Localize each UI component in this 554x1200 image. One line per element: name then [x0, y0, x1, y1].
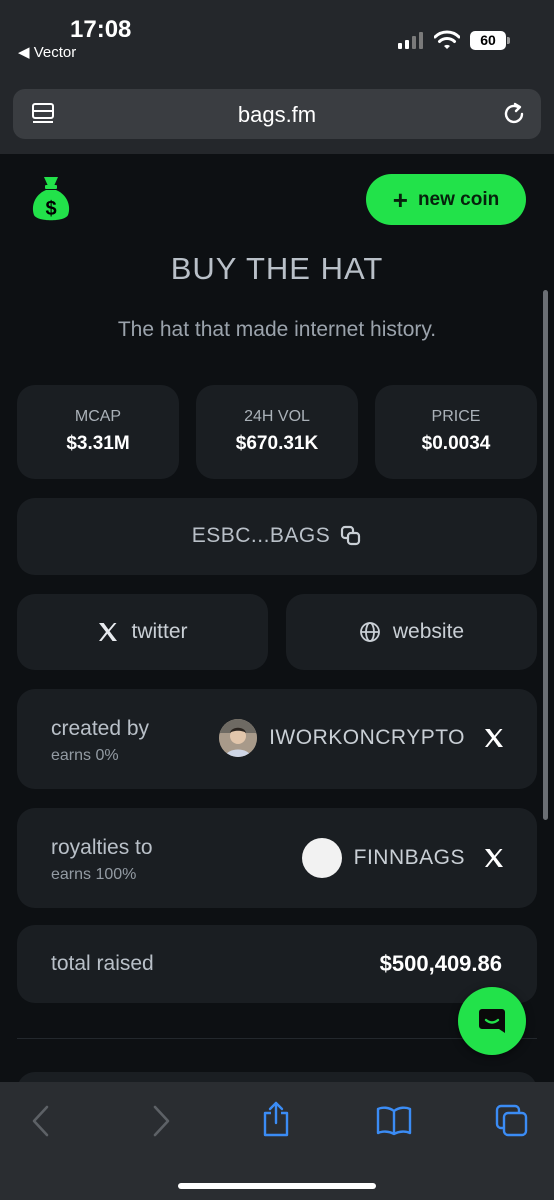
section-divider [17, 1038, 537, 1039]
status-bar: 17:08 ◀ Vector 60 [0, 0, 554, 70]
stat-value: $670.31K [235, 433, 319, 454]
page-title: BUY THE HAT [170, 251, 384, 286]
twitter-link-button[interactable]: twitter [17, 594, 268, 670]
copy-icon [341, 525, 361, 546]
stat-label: 24H VOL [244, 408, 310, 425]
stat-label: PRICE [431, 408, 481, 425]
creator-avatar-image [219, 719, 258, 757]
battery-tip [507, 37, 510, 44]
royalties-name[interactable]: FINNBAGS [354, 846, 465, 870]
stat-value: $0.0034 [421, 433, 491, 454]
page-scrollbar[interactable] [543, 290, 548, 820]
browser-address-area: bags.fm [0, 70, 554, 154]
x-logo-icon [99, 623, 118, 641]
stat-mcap: MCAP $3.31M [17, 385, 179, 479]
royalties-title: royalties to [51, 836, 153, 859]
creator-earns: earns 0% [51, 747, 119, 764]
status-time: 17:08 [70, 16, 132, 43]
stat-24h-vol: 24H VOL $670.31K [196, 385, 358, 479]
total-raised-value: $500,409.86 [379, 951, 502, 976]
creator-name[interactable]: IWORKONCRYPTO [269, 726, 465, 750]
coin-description: The hat that made internet history. [117, 318, 437, 341]
bookmarks-icon[interactable] [376, 1106, 412, 1136]
total-raised-card: total raised $500,409.86 [17, 925, 537, 1003]
website-label: website [392, 620, 465, 643]
contract-address: ESBC...BAGS [191, 524, 331, 547]
x-logo-icon[interactable] [483, 847, 505, 869]
back-triangle-icon: ◀ [18, 44, 34, 61]
url-bar[interactable]: bags.fm [13, 89, 541, 139]
website-link-button[interactable]: website [286, 594, 537, 670]
back-to-app-link[interactable]: ◀ Vector [18, 43, 76, 61]
reload-icon[interactable] [501, 101, 527, 127]
share-icon[interactable] [261, 1100, 291, 1138]
forward-chevron-icon[interactable] [150, 1104, 172, 1138]
new-coin-button[interactable]: + new coin [366, 174, 526, 225]
created-by-title: created by [51, 717, 150, 740]
money-bag-logo-icon[interactable]: $ [30, 175, 72, 223]
royalties-avatar[interactable] [301, 838, 342, 878]
stat-value: $3.31M [66, 433, 130, 454]
stat-label: MCAP [74, 408, 122, 425]
stat-price: PRICE $0.0034 [375, 385, 537, 479]
created-by-card: created by earns 0% IWORKONCRYPTO [17, 689, 537, 789]
twitter-label: twitter [131, 620, 188, 643]
creator-avatar[interactable] [219, 719, 258, 757]
royalties-card: royalties to earns 100% FINNBAGS [17, 808, 537, 908]
new-coin-label: new coin [417, 188, 500, 210]
tabs-icon[interactable] [495, 1104, 529, 1138]
battery-icon: 60 [470, 31, 506, 50]
royalties-earns: earns 100% [51, 866, 137, 883]
wifi-icon [434, 30, 460, 49]
contract-address-button[interactable]: ESBC...BAGS [17, 498, 537, 575]
back-app-label: Vector [33, 44, 77, 61]
total-raised-label: total raised [51, 952, 154, 975]
chat-support-button[interactable] [458, 987, 526, 1055]
signal-icon [398, 32, 423, 49]
url-text: bags.fm [237, 102, 317, 127]
home-indicator [178, 1183, 376, 1189]
plus-icon: + [392, 184, 408, 215]
globe-icon [359, 622, 380, 642]
chat-bubble-icon [479, 1009, 505, 1033]
x-logo-icon[interactable] [483, 727, 505, 749]
back-chevron-icon[interactable] [30, 1104, 52, 1138]
svg-text:$: $ [45, 198, 56, 220]
